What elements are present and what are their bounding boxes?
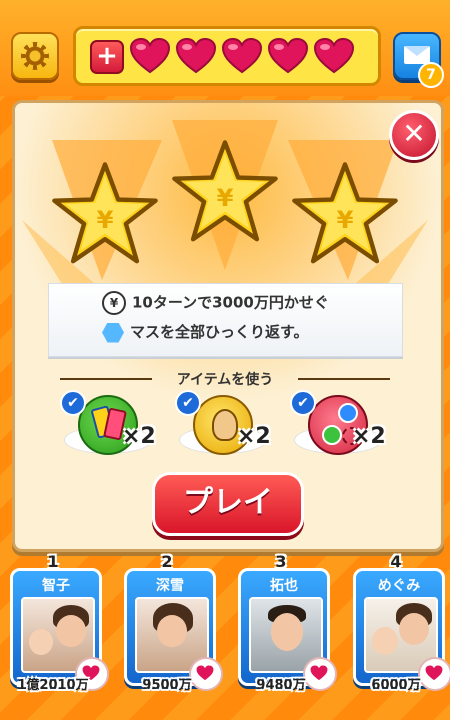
mail-count-badge: 7	[418, 62, 444, 88]
item-man-coin[interactable]: ✔ ×2	[175, 390, 275, 460]
svg-text:¥: ¥	[97, 206, 114, 234]
yen-icon: ¥	[102, 291, 126, 315]
gear-icon	[21, 42, 49, 70]
friend-card: 深雪	[124, 568, 223, 691]
friend-card: 拓也	[238, 568, 337, 691]
heart-icon	[176, 38, 216, 74]
heart-icon	[314, 38, 354, 74]
hexagon-icon	[102, 322, 124, 343]
friend-score: 9480万	[256, 678, 306, 693]
items-heading: アイテムを使う	[60, 369, 390, 389]
heart-icon	[222, 38, 262, 74]
item-quantity: ×2	[122, 424, 156, 449]
heart-icon	[268, 38, 308, 74]
envelope-icon	[404, 46, 430, 64]
friend-score: 1億2010万	[17, 678, 89, 693]
check-icon: ✔	[60, 390, 86, 416]
star-icon: ¥	[292, 162, 398, 264]
svg-text:¥: ¥	[337, 206, 354, 234]
leaderboard-entry[interactable]: 1 智子 1億2010万	[6, 548, 109, 718]
friend-card: めぐみ	[353, 568, 450, 691]
add-lives-button[interactable]: +	[90, 40, 124, 74]
leaderboard-entry[interactable]: 2 深雪 9500万	[120, 548, 223, 718]
friend-name: 智子	[42, 578, 70, 594]
check-icon: ✔	[175, 390, 201, 416]
item-quantity: ×2	[352, 424, 386, 449]
friend-score: 9500万	[142, 678, 192, 693]
goal-row: マスを全部ひっくり返す。	[102, 321, 309, 343]
close-button[interactable]: ✕	[389, 110, 439, 160]
friend-score: 6000万	[371, 678, 421, 693]
leaderboard-entry[interactable]: 3 拓也 9480万	[234, 548, 337, 718]
play-button[interactable]: プレイ	[152, 472, 304, 536]
friend-name: めぐみ	[377, 578, 421, 594]
lives-bar: +	[73, 26, 381, 86]
items-heading-label: アイテムを使う	[176, 372, 274, 388]
friend-name: 拓也	[270, 578, 298, 594]
goal-text: マスを全部ひっくり返す。	[130, 323, 309, 341]
friend-name: 深雪	[156, 578, 184, 594]
item-quantity: ×2	[237, 424, 271, 449]
friend-card: 智子	[10, 568, 109, 691]
svg-text:¥: ¥	[217, 184, 234, 212]
heart-icon	[130, 38, 170, 74]
star-icon: ¥	[52, 162, 158, 264]
item-currency-coins[interactable]: ✔ ×2	[290, 390, 390, 460]
item-cards[interactable]: ✔ ×2	[60, 390, 160, 460]
goal-row: ¥10ターンで3000万円かせぐ	[102, 291, 329, 315]
goal-text: 10ターンで3000万円かせぐ	[132, 293, 329, 312]
check-icon: ✔	[290, 390, 316, 416]
leaderboard-entry[interactable]: 4 めぐみ 6000万	[349, 548, 450, 718]
settings-button[interactable]	[11, 32, 59, 80]
star-icon: ¥	[172, 140, 278, 242]
